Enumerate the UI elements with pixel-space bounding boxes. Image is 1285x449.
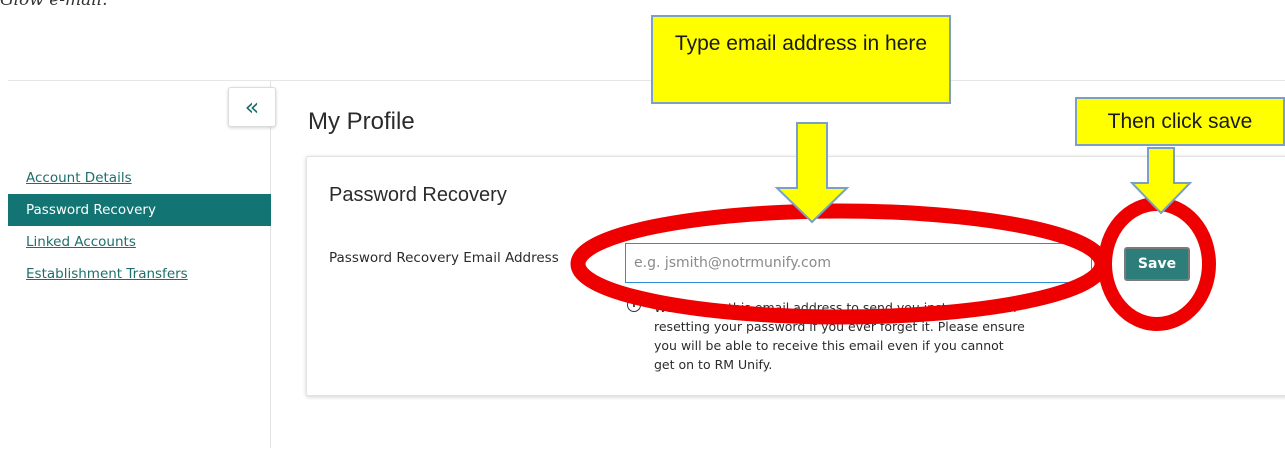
email-field-label: Password Recovery Email Address xyxy=(329,250,559,266)
sidebar-item-account-details[interactable]: Account Details xyxy=(8,162,271,194)
sidebar-nav: Account Details Password Recovery Linked… xyxy=(8,162,271,290)
help-text: We will use this email address to send y… xyxy=(654,300,1025,372)
double-chevron-left-icon: « xyxy=(244,93,260,121)
collapse-sidebar-button[interactable]: « xyxy=(228,87,276,127)
callout-type-email: Type email address in here xyxy=(651,15,951,104)
info-icon: i xyxy=(627,298,641,312)
page-title: My Profile xyxy=(308,108,415,135)
document-caption: Glow e-mail. xyxy=(0,0,108,10)
card-title: Password Recovery xyxy=(329,184,507,206)
callout-click-save: Then click save xyxy=(1075,97,1285,146)
sidebar-item-establishment-transfers[interactable]: Establishment Transfers xyxy=(8,258,271,290)
sidebar-item-password-recovery[interactable]: Password Recovery xyxy=(8,194,271,226)
recovery-email-input[interactable] xyxy=(625,243,1092,283)
sidebar-item-linked-accounts[interactable]: Linked Accounts xyxy=(8,226,271,258)
save-button[interactable]: Save xyxy=(1124,247,1190,281)
